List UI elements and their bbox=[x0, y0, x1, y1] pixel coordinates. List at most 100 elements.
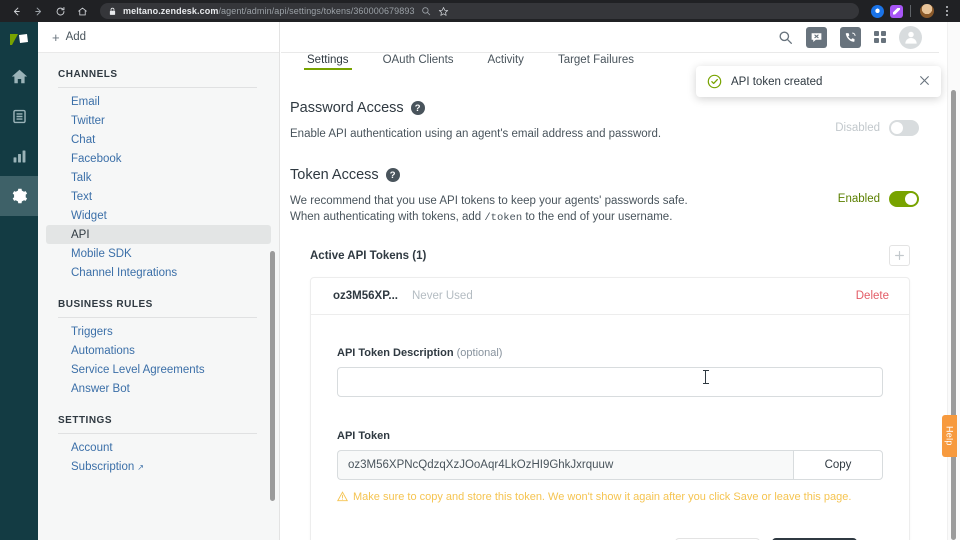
reload-icon[interactable] bbox=[50, 1, 70, 21]
product-nav-rail bbox=[0, 22, 38, 540]
warning-triangle-icon bbox=[337, 491, 348, 502]
api-token-field-label: API Token bbox=[337, 430, 883, 442]
extension-icon-purple[interactable] bbox=[890, 5, 903, 18]
add-button[interactable]: + Add bbox=[52, 31, 86, 44]
check-circle-icon bbox=[707, 74, 722, 89]
settings-content: Password Access ? Enable API authenticat… bbox=[281, 70, 939, 540]
sidebar-item-mobile-sdk[interactable]: Mobile SDK bbox=[46, 244, 271, 263]
back-arrow-icon[interactable] bbox=[6, 1, 26, 21]
sidebar-header: + Add bbox=[38, 22, 279, 53]
zendesk-app: + Add CHANNELS Email Twitter Chat Facebo… bbox=[0, 22, 960, 540]
token-access-toggle[interactable]: Enabled bbox=[838, 191, 919, 207]
add-button-label: Add bbox=[66, 31, 86, 43]
sidebar-item-slas[interactable]: Service Level Agreements bbox=[46, 360, 271, 379]
token-row[interactable]: oz3M56XP... Never Used Delete bbox=[311, 278, 909, 315]
star-icon[interactable] bbox=[437, 4, 451, 18]
close-icon[interactable] bbox=[919, 75, 930, 88]
main-inner: Settings OAuth Clients Activity Target F… bbox=[281, 22, 939, 540]
api-token-value[interactable]: oz3M56XPNcQdzqXzJOoAqr4LkOzHI9GhkJxrquuw bbox=[337, 450, 793, 480]
sidebar-scrollbar[interactable] bbox=[270, 251, 275, 501]
token-id-label: oz3M56XP... bbox=[333, 290, 398, 302]
token-desc-part2: to the end of your username. bbox=[522, 211, 672, 223]
sidebar-item-label: Subscription bbox=[71, 461, 134, 473]
sidebar-item-api[interactable]: API bbox=[46, 225, 271, 244]
sidebar-divider bbox=[58, 317, 257, 318]
token-form: API Token Description (optional) API Tok… bbox=[311, 315, 909, 540]
token-last-used-label: Never Used bbox=[412, 290, 856, 302]
tab-target-failures[interactable]: Target Failures bbox=[541, 54, 651, 70]
top-navigation-bar bbox=[281, 22, 939, 53]
user-avatar-icon[interactable] bbox=[899, 26, 922, 49]
sidebar-item-text[interactable]: Text bbox=[46, 187, 271, 206]
lock-icon bbox=[108, 7, 117, 16]
token-detail-card: oz3M56XP... Never Used Delete API Token … bbox=[310, 277, 910, 540]
delete-token-button[interactable]: Delete bbox=[856, 290, 889, 302]
api-token-description-input[interactable] bbox=[337, 367, 883, 397]
phone-icon[interactable] bbox=[840, 27, 861, 48]
home-icon[interactable] bbox=[72, 1, 92, 21]
token-card-actions: Close Save bbox=[337, 504, 883, 540]
active-tokens-header: Active API Tokens (1) bbox=[310, 245, 910, 266]
token-toggle-label: Enabled bbox=[838, 193, 880, 205]
browser-toolbar: meltano.zendesk.com/agent/admin/api/sett… bbox=[0, 0, 960, 22]
sidebar-item-triggers[interactable]: Triggers bbox=[46, 322, 271, 341]
token-desc-code: /token bbox=[484, 212, 522, 224]
help-tab[interactable]: Help bbox=[942, 415, 957, 457]
toast-message: API token created bbox=[731, 76, 910, 88]
question-mark-icon[interactable]: ? bbox=[386, 168, 400, 182]
sidebar-section-title-settings: SETTINGS bbox=[38, 415, 279, 433]
sidebar-item-widget[interactable]: Widget bbox=[46, 206, 271, 225]
sidebar-item-account[interactable]: Account bbox=[46, 438, 271, 457]
sidebar-divider bbox=[58, 433, 257, 434]
chat-bubble-icon[interactable] bbox=[806, 27, 827, 48]
address-bar[interactable]: meltano.zendesk.com/agent/admin/api/sett… bbox=[100, 3, 859, 19]
password-access-toggle[interactable]: Disabled bbox=[835, 120, 919, 136]
rail-item-reporting[interactable] bbox=[0, 136, 38, 176]
admin-sidebar: + Add CHANNELS Email Twitter Chat Facebo… bbox=[38, 22, 280, 540]
rail-item-admin[interactable] bbox=[0, 176, 38, 216]
sidebar-item-automations[interactable]: Automations bbox=[46, 341, 271, 360]
apps-grid-icon[interactable] bbox=[874, 31, 887, 44]
tab-oauth-clients[interactable]: OAuth Clients bbox=[366, 54, 471, 70]
search-icon[interactable] bbox=[419, 4, 433, 18]
toolbar-divider bbox=[910, 5, 911, 17]
sidebar-item-subscription[interactable]: Subscription↗ bbox=[46, 457, 271, 476]
sidebar-item-facebook[interactable]: Facebook bbox=[46, 149, 271, 168]
api-token-group: API Token oz3M56XPNcQdzqXzJOoAqr4LkOzHI9… bbox=[337, 430, 883, 504]
profile-avatar-icon[interactable] bbox=[920, 4, 934, 18]
forward-arrow-icon[interactable] bbox=[28, 1, 48, 21]
question-mark-icon[interactable]: ? bbox=[411, 101, 425, 115]
sidebar-nav: CHANNELS Email Twitter Chat Facebook Tal… bbox=[38, 53, 279, 540]
url-text: meltano.zendesk.com/agent/admin/api/sett… bbox=[123, 6, 415, 16]
search-icon[interactable] bbox=[778, 30, 793, 45]
sidebar-item-email[interactable]: Email bbox=[46, 92, 271, 111]
extension-icon-blue[interactable] bbox=[871, 5, 884, 18]
tab-activity[interactable]: Activity bbox=[471, 54, 541, 70]
toast-notification: API token created bbox=[696, 66, 941, 97]
sidebar-item-twitter[interactable]: Twitter bbox=[46, 111, 271, 130]
description-label-text: API Token Description bbox=[337, 347, 454, 359]
sidebar-spacer bbox=[38, 398, 279, 415]
password-access-section: Password Access ? Enable API authenticat… bbox=[290, 100, 910, 142]
rail-item-views[interactable] bbox=[0, 96, 38, 136]
main-scrollbar[interactable] bbox=[951, 90, 956, 540]
sidebar-item-answer-bot[interactable]: Answer Bot bbox=[46, 379, 271, 398]
zendesk-logo-icon[interactable] bbox=[0, 22, 38, 56]
copy-token-button[interactable]: Copy bbox=[793, 450, 883, 480]
token-toggle-switch[interactable] bbox=[889, 191, 919, 207]
sidebar-item-chat[interactable]: Chat bbox=[46, 130, 271, 149]
password-toggle-switch[interactable] bbox=[889, 120, 919, 136]
sidebar-item-talk[interactable]: Talk bbox=[46, 168, 271, 187]
password-toggle-label: Disabled bbox=[835, 122, 880, 134]
tab-settings[interactable]: Settings bbox=[290, 54, 366, 70]
add-token-button[interactable] bbox=[889, 245, 910, 266]
kebab-menu-icon[interactable] bbox=[940, 6, 954, 16]
password-access-title: Password Access bbox=[290, 100, 404, 116]
sidebar-spacer bbox=[38, 282, 279, 299]
main-region: Settings OAuth Clients Activity Target F… bbox=[281, 22, 960, 540]
token-warning-text: Make sure to copy and store this token. … bbox=[353, 490, 851, 504]
sidebar-item-channel-integrations[interactable]: Channel Integrations bbox=[46, 263, 271, 282]
rail-item-home[interactable] bbox=[0, 56, 38, 96]
token-access-section: Token Access ? We recommend that you use… bbox=[290, 167, 910, 226]
sidebar-section-title-channels: CHANNELS bbox=[38, 69, 279, 87]
